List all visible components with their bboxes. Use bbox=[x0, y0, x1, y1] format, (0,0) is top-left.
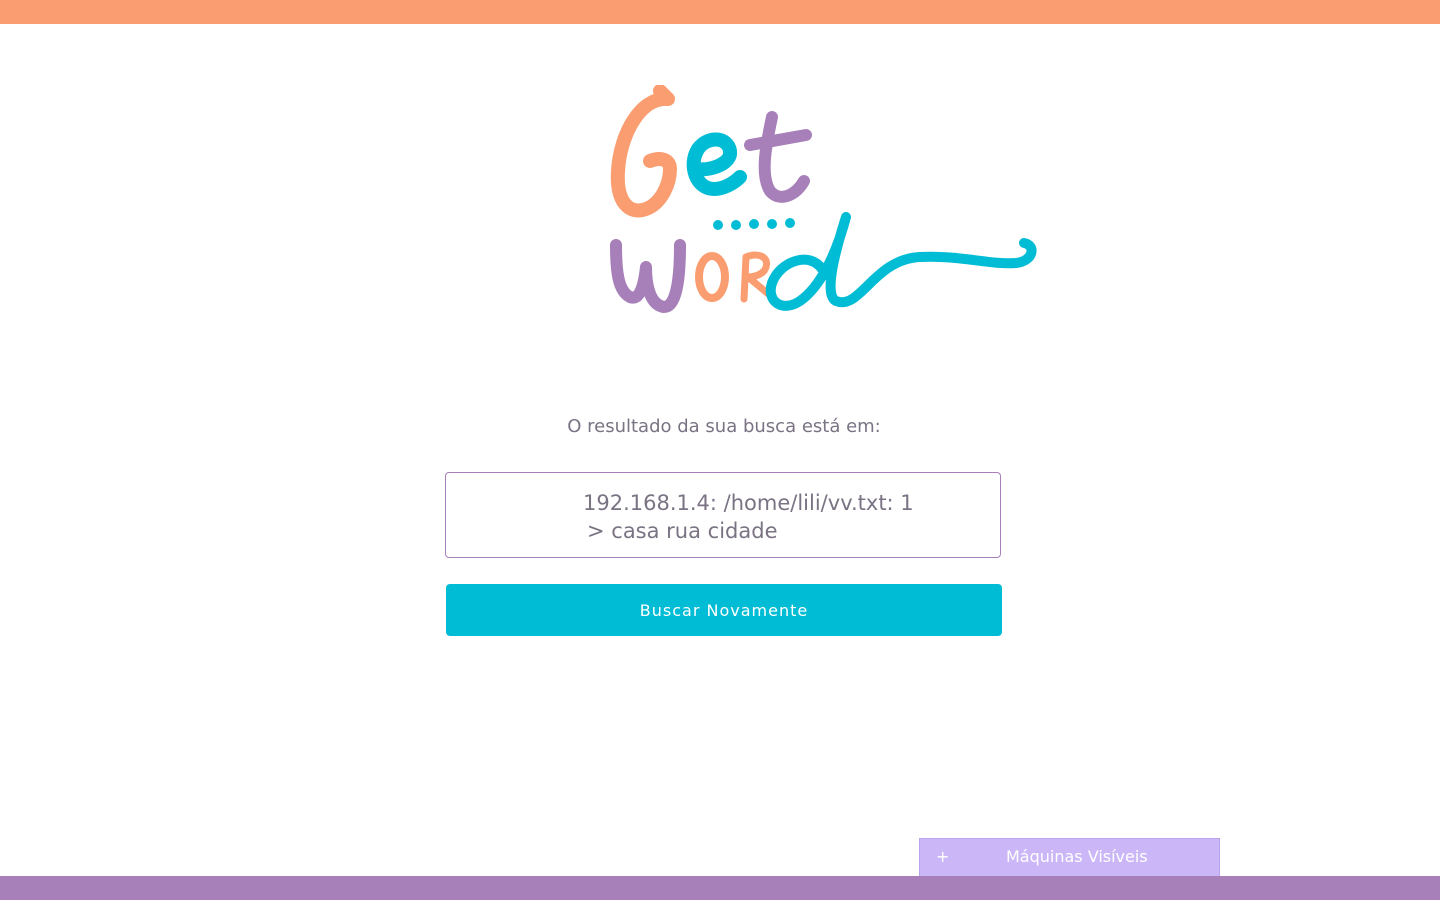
plus-icon: + bbox=[936, 847, 950, 866]
result-output-box: 192.168.1.4: /home/lili/vv.txt: 1 > casa… bbox=[445, 472, 1001, 558]
logo-letter-t bbox=[744, 111, 812, 203]
visible-machines-tab[interactable]: + Máquinas Visíveis bbox=[919, 838, 1220, 876]
getword-logo bbox=[610, 85, 1037, 313]
logo-letter-d bbox=[765, 212, 1037, 311]
logo-dots bbox=[713, 218, 795, 230]
visible-machines-label: Máquinas Visíveis bbox=[1006, 847, 1148, 866]
result-location-line: 192.168.1.4: /home/lili/vv.txt: 1 bbox=[583, 491, 914, 515]
logo-letter-w bbox=[610, 239, 686, 313]
logo-letter-g bbox=[610, 85, 677, 218]
top-accent-bar bbox=[0, 0, 1440, 24]
result-caption: O resultado da sua busca está em: bbox=[567, 416, 881, 437]
logo-letter-e bbox=[686, 132, 747, 196]
search-again-button[interactable]: Buscar Novamente bbox=[446, 584, 1002, 636]
bottom-accent-bar bbox=[0, 876, 1440, 900]
search-again-label: Buscar Novamente bbox=[639, 600, 809, 620]
result-match-line: > casa rua cidade bbox=[587, 519, 778, 543]
logo-letter-o bbox=[695, 252, 729, 302]
